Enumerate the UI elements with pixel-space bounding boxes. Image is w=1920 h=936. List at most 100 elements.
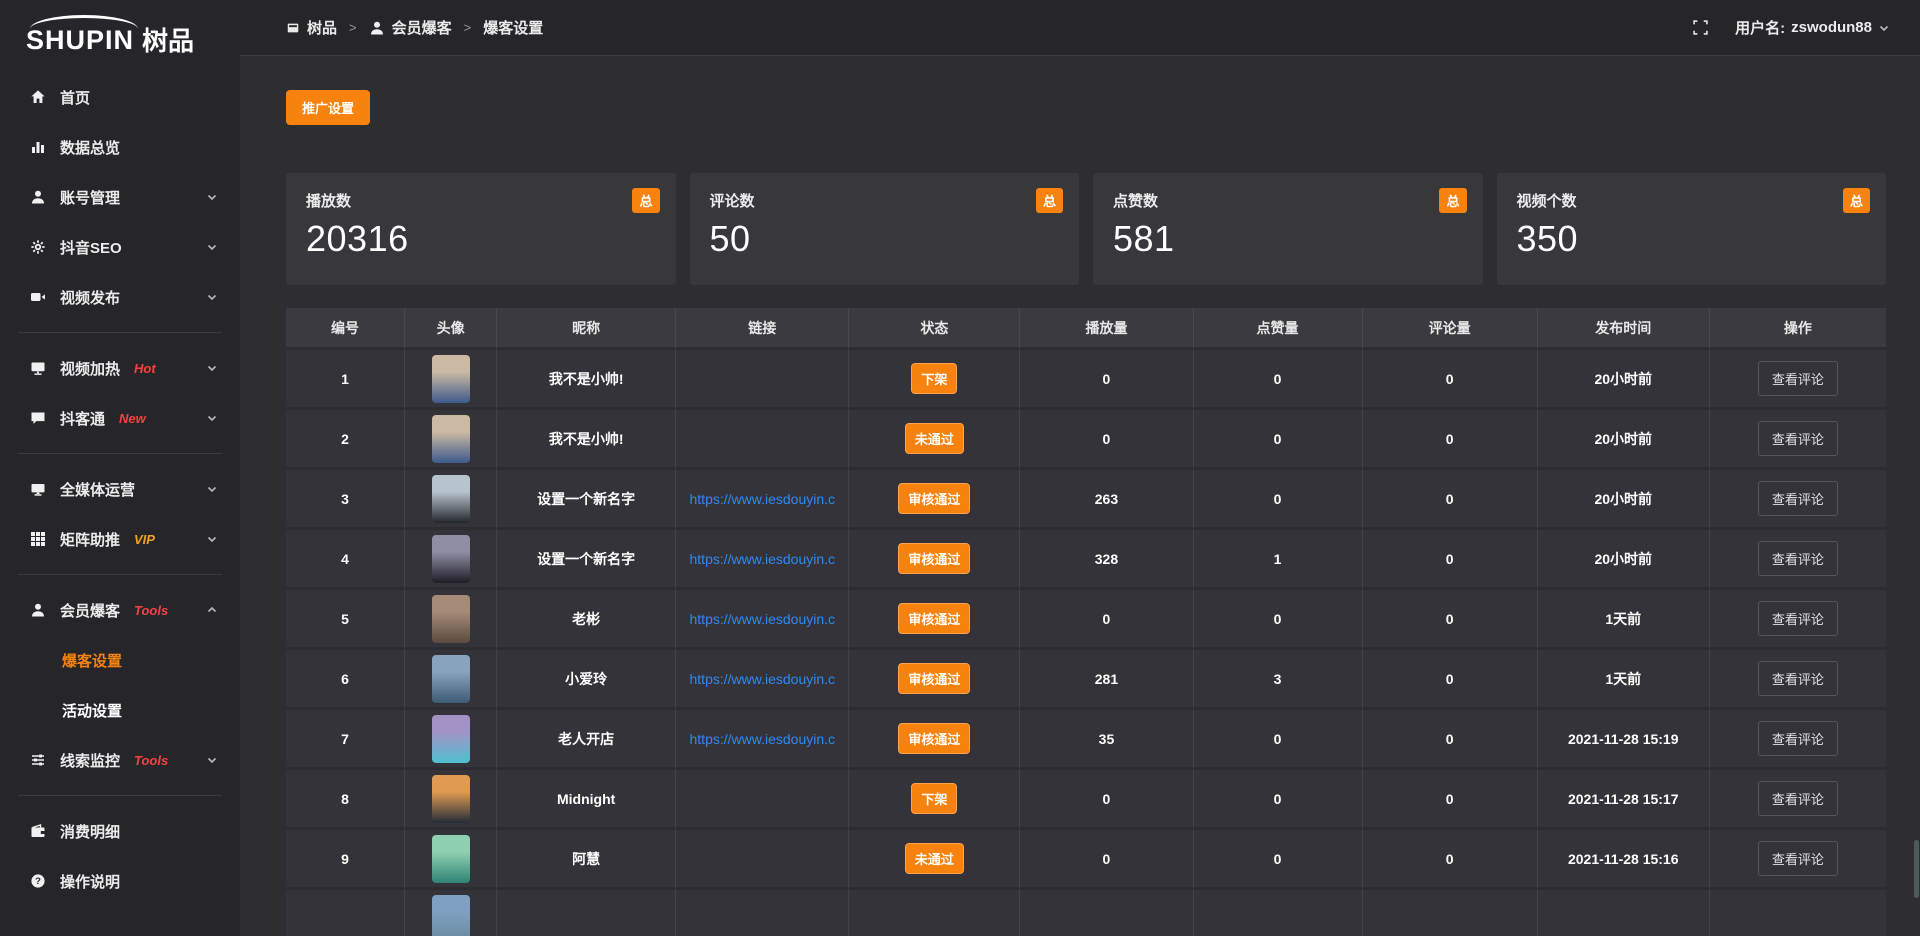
cell-id: 1	[286, 350, 405, 410]
breadcrumb-label: 会员爆客	[392, 17, 452, 38]
cell-actions: 查看评论	[1710, 350, 1886, 410]
avatar	[432, 595, 470, 643]
cell-status: 审核通过	[849, 710, 1020, 770]
sidebar-subitem-baoke-settings[interactable]: 爆客设置	[0, 635, 240, 685]
menu-divider	[18, 574, 222, 575]
sidebar-item-consumption-details[interactable]: 消费明细	[0, 806, 240, 856]
total-badge: 总	[632, 188, 659, 213]
cell-plays: 0	[1020, 350, 1193, 410]
total-badge: 总	[1036, 188, 1063, 213]
view-comments-button[interactable]: 查看评论	[1758, 841, 1838, 876]
cell-link: https://www.iesdouyin.c	[676, 650, 849, 710]
table-row: 5老彬https://www.iesdouyin.c审核通过0001天前查看评论	[286, 590, 1886, 650]
sidebar-item-label: 线索监控	[60, 750, 120, 771]
chevron-down-icon	[206, 291, 218, 303]
cell-id: 6	[286, 650, 405, 710]
sidebar-item-clue-monitoring[interactable]: 线索监控Tools	[0, 735, 240, 785]
user-menu[interactable]: 用户名: zswodun88	[1735, 17, 1890, 38]
cell-status: 未通过	[849, 410, 1020, 470]
sidebar-item-video-heating[interactable]: 视频加热Hot	[0, 343, 240, 393]
video-link[interactable]: https://www.iesdouyin.c	[676, 731, 848, 747]
cell-likes: 1	[1194, 530, 1363, 590]
cell-nickname: 阿慧	[497, 830, 676, 890]
breadcrumb-label: 爆客设置	[483, 17, 543, 38]
sidebar-item-label: 会员爆客	[60, 600, 120, 621]
cell-comments: 0	[1363, 710, 1538, 770]
app-logo[interactable]: SHUPIN 树品	[0, 0, 240, 64]
sidebar-item-account-management[interactable]: 账号管理	[0, 172, 240, 222]
breadcrumb-item[interactable]: 树品	[286, 17, 337, 38]
video-link[interactable]: https://www.iesdouyin.c	[676, 671, 848, 687]
cell-time	[1538, 890, 1710, 936]
sidebar-item-member-baoke[interactable]: 会员爆客Tools	[0, 585, 240, 635]
view-comments-button[interactable]: 查看评论	[1758, 541, 1838, 576]
cell-status: 审核通过	[849, 650, 1020, 710]
avatar	[432, 895, 470, 936]
chevron-down-icon	[206, 191, 218, 203]
status-badge: 审核通过	[898, 663, 970, 694]
view-comments-button[interactable]: 查看评论	[1758, 421, 1838, 456]
scrollbar-thumb[interactable]	[1914, 840, 1919, 898]
sidebar-subitem-activity-settings[interactable]: 活动设置	[0, 685, 240, 735]
table-row: 7老人开店https://www.iesdouyin.c审核通过35002021…	[286, 710, 1886, 770]
cell-actions: 查看评论	[1710, 590, 1886, 650]
cell-link: https://www.iesdouyin.c	[676, 530, 849, 590]
topbar: 树品>会员爆客>爆客设置 用户名: zswodun88	[240, 0, 1920, 56]
cell-nickname: 我不是小帅!	[497, 410, 676, 470]
cell-link	[676, 350, 849, 410]
sidebar-item-data-overview[interactable]: 数据总览	[0, 122, 240, 172]
user-icon	[369, 20, 385, 36]
view-comments-button[interactable]: 查看评论	[1758, 661, 1838, 696]
breadcrumb-label: 树品	[307, 17, 337, 38]
view-comments-button[interactable]: 查看评论	[1758, 601, 1838, 636]
chat-icon	[30, 410, 46, 426]
video-link[interactable]: https://www.iesdouyin.c	[676, 551, 848, 567]
chevron-down-icon	[206, 412, 218, 424]
breadcrumb: 树品>会员爆客>爆客设置	[286, 17, 543, 38]
stat-card: 播放数总20316	[286, 173, 676, 285]
cell-id: 7	[286, 710, 405, 770]
cell-time: 20小时前	[1538, 470, 1710, 530]
grid-icon	[30, 531, 46, 547]
chevron-down-icon	[206, 483, 218, 495]
video-link[interactable]: https://www.iesdouyin.c	[676, 491, 848, 507]
cell-id: 2	[286, 410, 405, 470]
cell-time: 20小时前	[1538, 350, 1710, 410]
cell-avatar	[405, 470, 497, 530]
breadcrumb-item[interactable]: 爆客设置	[483, 17, 543, 38]
view-comments-button[interactable]: 查看评论	[1758, 481, 1838, 516]
fullscreen-icon[interactable]	[1692, 19, 1709, 36]
sliders-icon	[30, 752, 46, 768]
cell-likes: 0	[1194, 590, 1363, 650]
cell-time: 2021-11-28 15:16	[1538, 830, 1710, 890]
sidebar-item-all-media-operation[interactable]: 全媒体运营	[0, 464, 240, 514]
column-header: 点赞量	[1194, 308, 1363, 350]
cell-plays: 0	[1020, 590, 1193, 650]
view-comments-button[interactable]: 查看评论	[1758, 361, 1838, 396]
stat-card: 点赞数总581	[1093, 173, 1483, 285]
cell-comments	[1363, 890, 1538, 936]
stat-card-label: 视频个数	[1517, 190, 1867, 211]
view-comments-button[interactable]: 查看评论	[1758, 721, 1838, 756]
sidebar-item-label: 矩阵助推	[60, 529, 120, 550]
stat-card-value: 50	[710, 218, 1060, 260]
cell-avatar	[405, 650, 497, 710]
sidebar-item-douyin-seo[interactable]: 抖音SEO	[0, 222, 240, 272]
sidebar-item-label: 账号管理	[60, 187, 120, 208]
chevron-up-icon	[206, 604, 218, 616]
cell-id: 3	[286, 470, 405, 530]
chart-icon	[30, 139, 46, 155]
cell-actions: 查看评论	[1710, 770, 1886, 830]
video-link[interactable]: https://www.iesdouyin.c	[676, 611, 848, 627]
breadcrumb-item[interactable]: 会员爆客	[369, 17, 452, 38]
view-comments-button[interactable]: 查看评论	[1758, 781, 1838, 816]
cell-link: https://www.iesdouyin.c	[676, 590, 849, 650]
sidebar-item-video-publish[interactable]: 视频发布	[0, 272, 240, 322]
promote-settings-button[interactable]: 推广设置	[286, 90, 370, 125]
sidebar-item-home[interactable]: 首页	[0, 72, 240, 122]
menu-tag: Hot	[134, 361, 156, 376]
sidebar-item-matrix-boost[interactable]: 矩阵助推VIP	[0, 514, 240, 564]
cell-avatar	[405, 710, 497, 770]
sidebar-item-douketong[interactable]: 抖客通New	[0, 393, 240, 443]
sidebar-item-operation-guide[interactable]: ?操作说明	[0, 856, 240, 906]
